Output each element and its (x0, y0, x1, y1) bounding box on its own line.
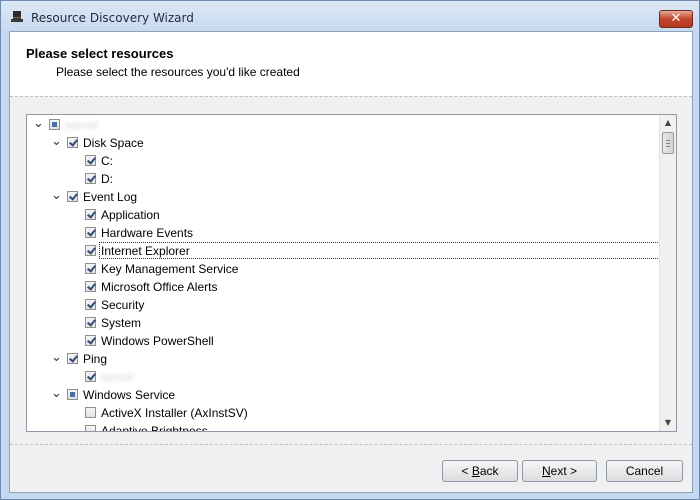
tree-rows: ⌄ server ⌄ Disk Space C: D: ⌄ Event Log Applicat… (27, 115, 659, 431)
tree-checkbox[interactable] (85, 263, 96, 274)
tree-checkbox[interactable] (85, 155, 96, 166)
wizard-window: Resource Discovery Wizard ✕ Please selec… (0, 0, 700, 500)
tree-row[interactable]: server (27, 368, 659, 386)
tree-checkbox[interactable] (85, 335, 96, 346)
tree-checkbox[interactable] (85, 407, 96, 418)
thumb-grip (666, 140, 670, 141)
tree-row[interactable]: ⌄ Disk Space (27, 134, 659, 152)
tree-row[interactable]: Key Management Service (27, 260, 659, 278)
tree-item-label: Event Log (83, 190, 138, 204)
tree-checkbox[interactable] (85, 227, 96, 238)
chevron-down-icon[interactable]: ⌄ (51, 188, 62, 202)
wizard-header: Please select resources Please select th… (10, 32, 692, 96)
window-title: Resource Discovery Wizard (31, 11, 194, 25)
tree-item-label: Internet Explorer (101, 244, 190, 258)
tree-checkbox[interactable] (85, 173, 96, 184)
tree-item-label: D: (101, 172, 113, 186)
tree-checkbox[interactable] (85, 281, 96, 292)
tree-checkbox[interactable] (85, 245, 96, 256)
tree-checkbox[interactable] (85, 209, 96, 220)
tree-row[interactable]: D: (27, 170, 659, 188)
tree-item-label: Adaptive Brightness (101, 424, 208, 431)
scroll-up-arrow-icon[interactable]: ▲ (663, 118, 673, 128)
tree-row[interactable]: ⌄ server (27, 116, 659, 134)
vertical-scrollbar[interactable]: ▲ ▼ (659, 115, 676, 431)
tree-checkbox[interactable] (49, 119, 60, 130)
chevron-down-icon[interactable]: ⌄ (51, 386, 62, 400)
page-subtitle: Please select the resources you'd like c… (56, 65, 300, 79)
tree-checkbox[interactable] (85, 299, 96, 310)
chevron-down-icon[interactable]: ⌄ (51, 134, 62, 148)
tree-row[interactable]: System (27, 314, 659, 332)
back-button-prefix: < (461, 464, 472, 478)
chevron-down-icon[interactable]: ⌄ (51, 350, 62, 364)
thumb-grip (666, 143, 670, 144)
tree-item-label: server (65, 118, 99, 132)
tree-item-label: C: (101, 154, 113, 168)
footer-divider (10, 444, 692, 445)
tree-item-label: Application (101, 208, 160, 222)
tree-item-label: Ping (83, 352, 108, 366)
tree-checkbox[interactable] (67, 137, 78, 148)
wizard-hat-icon (11, 11, 23, 22)
tree-row[interactable]: ⌄ Windows Service (27, 386, 659, 404)
tree-row[interactable]: Windows PowerShell (27, 332, 659, 350)
tree-item-label: Hardware Events (101, 226, 194, 240)
tree-checkbox[interactable] (67, 353, 78, 364)
tree-item-label: Windows PowerShell (101, 334, 214, 348)
scroll-down-arrow-icon[interactable]: ▼ (663, 418, 673, 428)
thumb-grip (666, 146, 670, 147)
tree-item-label: Disk Space (83, 136, 144, 150)
back-button-mnemonic: B (471, 464, 480, 478)
tree-checkbox[interactable] (85, 371, 96, 382)
cancel-button-label: Cancel (625, 464, 664, 478)
next-button-mnemonic: N (541, 464, 551, 478)
tree-item-label: Microsoft Office Alerts (101, 280, 218, 294)
close-button[interactable]: ✕ (659, 10, 693, 28)
tree-row[interactable]: Application (27, 206, 659, 224)
tree-checkbox[interactable] (67, 191, 78, 202)
tree-item-label: Key Management Service (101, 262, 239, 276)
tree-row[interactable]: Adaptive Brightness (27, 422, 659, 431)
tree-item-label: System (101, 316, 142, 330)
tree-row[interactable]: ⌄ Ping (27, 350, 659, 368)
tree-checkbox[interactable] (67, 389, 78, 400)
tree-row[interactable]: ActiveX Installer (AxInstSV) (27, 404, 659, 422)
scrollbar-thumb[interactable] (662, 132, 674, 154)
tree-row[interactable]: Internet Explorer (27, 242, 659, 260)
tree-item-label: Security (101, 298, 145, 312)
tree-row[interactable]: Security (27, 296, 659, 314)
tree-checkbox[interactable] (85, 317, 96, 328)
close-icon: ✕ (670, 11, 682, 26)
next-button-label: ext > (550, 464, 578, 478)
tree-row[interactable]: C: (27, 152, 659, 170)
tree-row[interactable]: Microsoft Office Alerts (27, 278, 659, 296)
tree-item-label: ActiveX Installer (AxInstSV) (101, 406, 248, 420)
back-button-label: ack (479, 464, 499, 478)
wizard-client-area: Please select resources Please select th… (9, 31, 693, 493)
tree-row[interactable]: ⌄ Event Log (27, 188, 659, 206)
title-bar[interactable]: Resource Discovery Wizard ✕ (1, 1, 699, 35)
page-title: Please select resources (26, 46, 174, 61)
next-button[interactable]: Next > (522, 460, 597, 482)
header-divider (10, 96, 692, 97)
tree-item-label: server (101, 370, 135, 384)
tree-item-label: Windows Service (83, 388, 176, 402)
tree-checkbox[interactable] (85, 425, 96, 431)
back-button[interactable]: < Back (442, 460, 518, 482)
resource-tree[interactable]: ⌄ server ⌄ Disk Space C: D: ⌄ Event Log Applicat… (26, 114, 677, 432)
chevron-down-icon[interactable]: ⌄ (33, 116, 44, 130)
tree-row[interactable]: Hardware Events (27, 224, 659, 242)
cancel-button[interactable]: Cancel (606, 460, 683, 482)
